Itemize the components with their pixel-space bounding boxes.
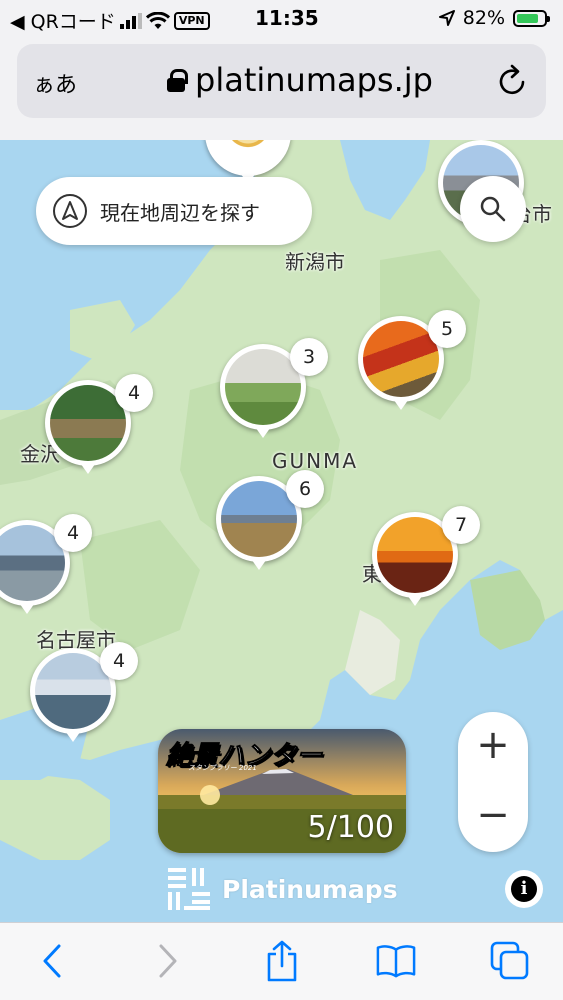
place-label-niigata: 新潟市	[285, 250, 345, 274]
zoom-control: + −	[458, 712, 528, 852]
platinumaps-logo: Platinumaps	[168, 868, 398, 910]
zoom-in-button[interactable]: +	[458, 712, 528, 782]
map-pin-cluster[interactable]: 4	[30, 642, 138, 748]
browser-toolbar	[0, 922, 563, 1000]
navigation-arrow-icon	[53, 194, 87, 228]
battery-percent: 82%	[462, 7, 505, 29]
chevron-left-icon	[43, 944, 61, 978]
pin-count-badge: 3	[290, 338, 328, 376]
brand-name: Platinumaps	[222, 874, 398, 904]
pin-count-badge: 4	[100, 642, 138, 680]
pin-count-badge: 4	[54, 514, 92, 552]
book-icon	[376, 945, 416, 978]
status-bar: ◀ QRコード VPN 11:35 82%	[0, 0, 563, 36]
place-label-gunma: GUNMA	[272, 449, 359, 473]
map-pin-cluster[interactable]: 4	[45, 374, 153, 480]
card-subtitle: スタンプラリー 2021	[188, 764, 257, 772]
share-button[interactable]	[262, 940, 302, 982]
tabs-icon	[490, 941, 529, 980]
tabs-button[interactable]	[490, 941, 530, 981]
pin-count-badge: 4	[115, 374, 153, 412]
pin-count-badge: 5	[428, 310, 466, 348]
reader-options-button[interactable]: ぁあ	[33, 67, 77, 99]
forward-button[interactable]	[148, 941, 188, 981]
info-button[interactable]: i	[505, 870, 543, 908]
battery-icon	[513, 9, 550, 27]
map-pin-cluster[interactable]: 5	[358, 310, 466, 416]
map-pin-cluster[interactable]: 7	[372, 506, 480, 612]
info-icon: i	[511, 876, 537, 902]
cellular-signal-icon	[119, 12, 142, 29]
search-nearby-label: 現在地周辺を探す	[100, 200, 260, 225]
platinumaps-logo-icon	[168, 868, 210, 910]
url-display[interactable]: platinumaps.jp	[167, 61, 433, 99]
status-right: 82%	[438, 7, 550, 29]
status-left: ◀ QRコード VPN	[10, 7, 210, 34]
location-arrow-icon	[438, 10, 455, 26]
reload-icon[interactable]	[498, 64, 528, 96]
url-text: platinumaps.jp	[195, 61, 433, 99]
map-pin-cluster[interactable]: 6	[216, 470, 324, 576]
back-to-app-link[interactable]: ◀ QRコード	[10, 7, 116, 34]
zoom-out-button[interactable]: −	[458, 782, 528, 852]
status-time: 11:35	[255, 6, 319, 30]
chevron-right-icon	[159, 944, 177, 978]
map-search-button[interactable]	[460, 176, 526, 242]
stamp-rally-card[interactable]: 絶景ハンター スタンプラリー 2021 5/100	[158, 729, 406, 853]
map-pin-cluster[interactable]: 4	[0, 514, 92, 620]
stamp-progress: 5/100	[307, 810, 394, 845]
map-view[interactable]: 新潟市 GUNMA 金沢 名古屋市 台市 東 2 5 3 4 6 4	[0, 140, 563, 922]
vpn-badge: VPN	[173, 11, 210, 30]
search-icon	[480, 196, 506, 222]
map-pin-cluster[interactable]: 3	[220, 338, 328, 444]
pin-count-badge: 6	[286, 470, 324, 508]
lock-icon	[167, 69, 188, 92]
wifi-icon	[145, 11, 170, 29]
search-nearby-button[interactable]: 現在地周辺を探す	[36, 177, 312, 245]
address-bar[interactable]: ぁあ platinumaps.jp	[17, 44, 546, 118]
back-button[interactable]	[32, 941, 72, 981]
pin-count-badge: 7	[442, 506, 480, 544]
browser-address-area: ぁあ platinumaps.jp	[0, 36, 563, 140]
bookmarks-button[interactable]	[376, 941, 416, 981]
share-icon	[267, 940, 297, 982]
